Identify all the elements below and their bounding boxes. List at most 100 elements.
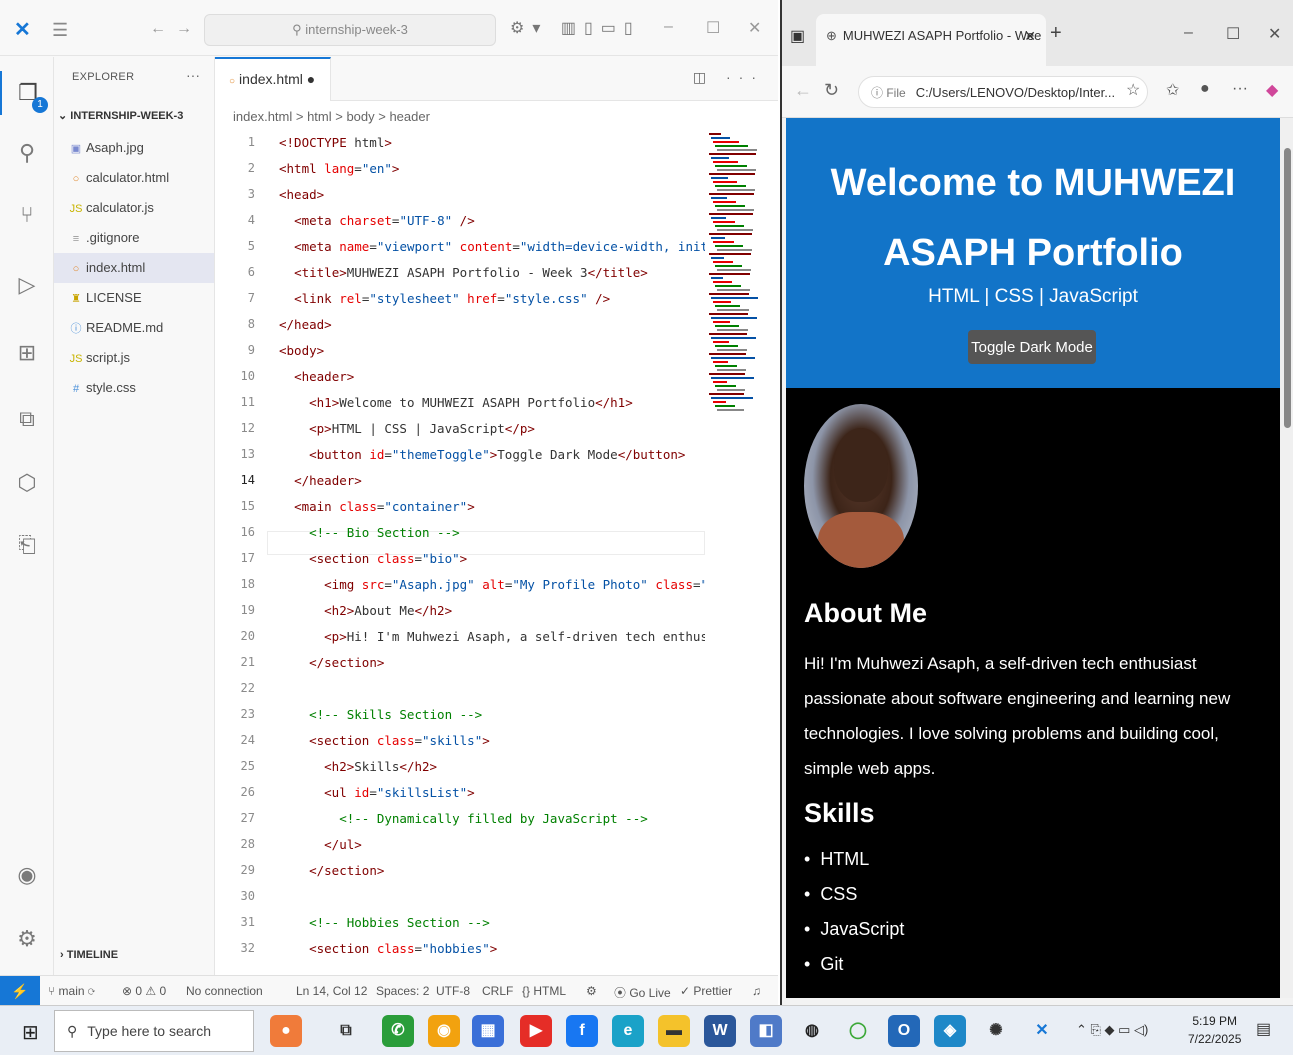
remote-icon[interactable]: ⚡ [0, 976, 40, 1006]
account-icon[interactable]: ◉ [0, 853, 54, 897]
favorite-star-icon[interactable]: ☆ [1126, 80, 1140, 100]
remote-explorer-icon[interactable]: ⎗ [0, 523, 54, 567]
code-line[interactable]: <main class="container"> [279, 499, 475, 514]
nav-arrows-icon[interactable]: ←→ [150, 20, 202, 38]
file-item[interactable]: ▣ Asaph.jpg [54, 133, 214, 163]
profile-icon[interactable]: ● [1200, 80, 1210, 98]
taskbar-search[interactable]: ⚲ Type here to search [54, 1010, 254, 1052]
code-line[interactable]: <!-- Bio Section --> [279, 525, 460, 540]
timeline-section[interactable]: › TIMELINE [60, 949, 118, 961]
copilot-icon[interactable]: ◆ [1266, 80, 1278, 100]
line-ending[interactable]: CRLF [482, 984, 513, 998]
back-icon[interactable]: ← [794, 80, 812, 101]
code-line[interactable]: <!-- Hobbies Section --> [279, 915, 490, 930]
minimize-icon[interactable]: – [664, 18, 673, 36]
file-explorer-icon[interactable]: ▬ [658, 1015, 690, 1047]
unsaved-dot-icon[interactable]: ● [307, 71, 315, 87]
code-line[interactable]: <button id="themeToggle">Toggle Dark Mod… [279, 447, 685, 462]
code-line[interactable]: <p>HTML | CSS | JavaScript</p> [279, 421, 535, 436]
layout-icons[interactable]: ⚙▾ ▥▯▭▯ [510, 18, 641, 38]
favorites-icon[interactable]: ✩ [1166, 80, 1179, 100]
edge-icon[interactable]: e [612, 1015, 644, 1047]
task-view-icon[interactable]: ⧉ [330, 1015, 362, 1047]
code-line[interactable]: <head> [279, 187, 324, 202]
tab-actions-icon[interactable]: ▣ [790, 26, 805, 46]
command-center-search[interactable]: ⚲ internship-week-3 [204, 14, 496, 46]
scrollbar-thumb[interactable] [1284, 148, 1291, 428]
code-line[interactable]: <title>MUHWEZI ASAPH Portfolio - Week 3<… [279, 265, 648, 280]
file-item[interactable]: ○ calculator.html [54, 163, 214, 193]
page-scrollbar[interactable] [1280, 118, 1293, 998]
code-line[interactable]: </head> [279, 317, 332, 332]
file-item[interactable]: ○ index.html [54, 253, 214, 283]
notifications-icon[interactable]: ♫ [752, 984, 761, 998]
spotify-icon[interactable]: ◯ [842, 1015, 874, 1047]
go-live-button[interactable]: ⦿ Go Live [614, 984, 671, 1001]
more-icon[interactable]: ··· [1232, 80, 1248, 98]
copilot-icon[interactable]: ⚙ [586, 984, 597, 998]
code-line[interactable]: <h1>Welcome to MUHWEZI ASAPH Portfolio</… [279, 395, 633, 410]
search-icon[interactable]: ⚲ [0, 131, 54, 175]
calculator-icon[interactable]: ▦ [472, 1015, 504, 1047]
code-line[interactable]: <!DOCTYPE html> [279, 135, 392, 150]
project-folder[interactable]: ⌄ INTERNSHIP-WEEK-3 [58, 109, 183, 122]
github-icon[interactable]: ◍ [796, 1015, 828, 1047]
browser-minimize-icon[interactable]: – [1184, 24, 1193, 42]
language-mode[interactable]: {} HTML [522, 984, 566, 998]
testing-icon[interactable]: ⧉ [0, 397, 54, 441]
new-tab-icon[interactable]: + [1050, 22, 1062, 45]
outlook-icon[interactable]: O [888, 1015, 920, 1047]
browser-maximize-icon[interactable]: ☐ [1226, 24, 1240, 44]
close-tab-icon[interactable]: ✕ [1024, 28, 1036, 45]
menu-icon[interactable]: ☰ [52, 20, 68, 41]
word-icon[interactable]: W [704, 1015, 736, 1047]
file-item[interactable]: # style.css [54, 373, 214, 403]
file-item[interactable]: ⓘ README.md [54, 313, 214, 343]
branch-status[interactable]: ⑂ main ⟳ [48, 984, 95, 998]
toggle-dark-mode-button[interactable]: Toggle Dark Mode [968, 330, 1096, 364]
chatgpt-icon[interactable]: ✺ [980, 1015, 1012, 1047]
encoding[interactable]: UTF-8 [436, 984, 470, 998]
code-line[interactable]: <section class="skills"> [279, 733, 490, 748]
windows-start-icon[interactable]: ⊞ [22, 1020, 39, 1045]
cursor-position[interactable]: Ln 14, Col 12 [296, 984, 367, 998]
code-line[interactable]: <section class="hobbies"> [279, 941, 497, 956]
code-line[interactable]: <meta charset="UTF-8" /> [279, 213, 475, 228]
extensions-icon[interactable]: ⊞ [0, 331, 54, 375]
file-item[interactable]: JS calculator.js [54, 193, 214, 223]
connection-status[interactable]: No connection [186, 984, 263, 998]
code-editor[interactable]: 1 <!DOCTYPE html> 2 <html lang="en"> 3 <head>… [215, 133, 705, 975]
code-line[interactable]: <body> [279, 343, 324, 358]
widget-icon[interactable]: ● [270, 1015, 302, 1047]
code-line[interactable]: </ul> [279, 837, 362, 852]
code-line[interactable]: </section> [279, 863, 384, 878]
code-line[interactable]: <!-- Skills Section --> [279, 707, 482, 722]
code-line[interactable]: </section> [279, 655, 384, 670]
file-item[interactable]: ≡ .gitignore [54, 223, 214, 253]
file-item[interactable]: JS script.js [54, 343, 214, 373]
store-icon[interactable]: ◈ [934, 1015, 966, 1047]
minimap[interactable] [705, 133, 765, 433]
photos-icon[interactable]: ◧ [750, 1015, 782, 1047]
code-line[interactable]: <meta name="viewport" content="width=dev… [279, 239, 705, 254]
code-line[interactable]: <!-- Dynamically filled by JavaScript --… [279, 811, 648, 826]
code-line[interactable]: <img src="Asaph.jpg" alt="My Profile Pho… [279, 577, 705, 592]
clock[interactable]: 5:19 PM 7/22/2025 [1188, 1012, 1241, 1048]
code-line[interactable]: <header> [279, 369, 354, 384]
code-line[interactable]: <h2>About Me</h2> [279, 603, 452, 618]
browser-tab[interactable]: ⊕ MUHWEZI ASAPH Portfolio - Wee ✕ [816, 14, 1046, 66]
code-line[interactable]: <ul id="skillsList"> [279, 785, 475, 800]
notification-center-icon[interactable]: ▤ [1256, 1019, 1271, 1039]
code-line[interactable]: <html lang="en"> [279, 161, 399, 176]
chrome-icon[interactable]: ◉ [428, 1015, 460, 1047]
browser-close-icon[interactable]: ✕ [1268, 24, 1281, 44]
vscode-taskbar-icon[interactable]: ✕ [1026, 1015, 1058, 1047]
explorer-icon[interactable]: ❐ 1 [0, 71, 54, 115]
run-debug-icon[interactable]: ▷ [0, 263, 54, 307]
code-line[interactable]: <link rel="stylesheet" href="style.css" … [279, 291, 610, 306]
code-line[interactable]: <section class="bio"> [279, 551, 467, 566]
problems-status[interactable]: ⊗ 0 ⚠ 0 [122, 984, 166, 998]
address-bar[interactable]: ⓘ File C:/Users/LENOVO/Desktop/Inter... [858, 76, 1148, 108]
source-control-icon[interactable]: ⑂ [0, 193, 54, 237]
code-line[interactable]: </header> [279, 473, 362, 488]
